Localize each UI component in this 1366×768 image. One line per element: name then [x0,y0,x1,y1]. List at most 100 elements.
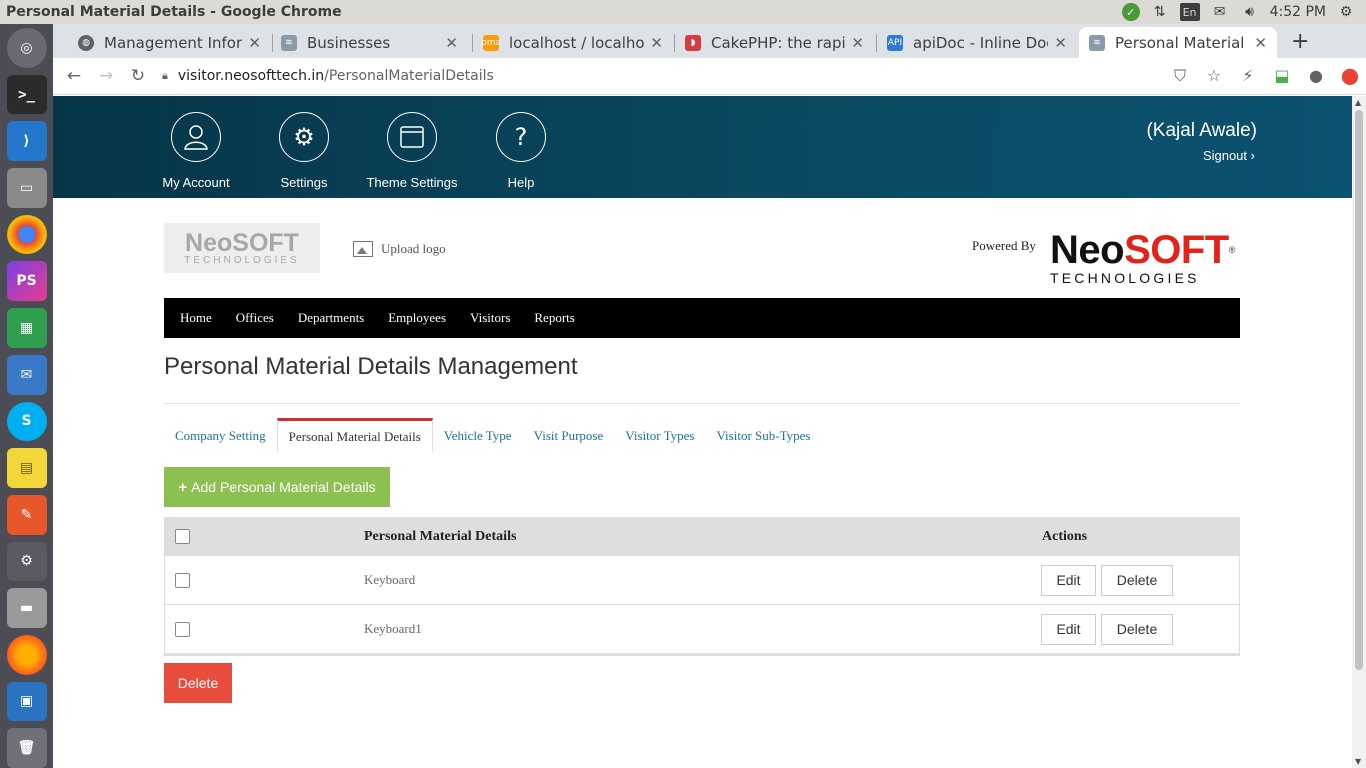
delete-button[interactable]: Delete [1101,564,1173,596]
system-settings-icon[interactable]: ⚙ [6,541,47,582]
tab-company-setting[interactable]: Company Setting [164,418,277,452]
disk-drive-icon[interactable]: ▬ [6,588,47,628]
close-icon[interactable]: ✕ [1254,34,1267,52]
firefox-icon[interactable] [6,634,47,675]
material-table: Personal Material Details Actions Keyboa… [164,517,1240,656]
row-checkbox[interactable] [175,572,190,588]
close-icon[interactable]: ✕ [650,34,663,52]
bookmark-star-icon[interactable]: ☆ [1204,66,1224,86]
power-settings-icon[interactable]: ⚙ [1336,3,1356,21]
trash-icon[interactable]: 🗑︎ [6,728,47,768]
security-shield-icon[interactable]: ✓ [1121,3,1140,21]
skype-icon[interactable]: S [6,401,47,442]
edit-button[interactable]: Edit [1041,613,1096,645]
stack-icon: ≋ [281,34,297,51]
tab-businesses[interactable]: ≋ Businesses ✕ [271,27,468,58]
lock-icon[interactable]: 🔒︎ [162,69,168,83]
nav-reports[interactable]: Reports [534,310,574,326]
stack-icon: ≋ [1089,34,1105,51]
extension-check-icon[interactable]: ⬓ [1272,66,1292,86]
tab-apidoc[interactable]: API apiDoc - Inline Docu ✕ [877,27,1077,58]
tab-management-info[interactable]: ◍ Management Inform ✕ [68,27,271,58]
chrome-icon[interactable] [6,214,47,255]
system-top-bar: Personal Material Details - Google Chrom… [0,0,1366,24]
close-icon[interactable]: ✕ [1054,34,1067,52]
address-bar[interactable]: 🔒︎ visitor.neosofttech.in/PersonalMateri… [162,61,494,91]
thunderbird-mail-icon[interactable]: ✉ [6,354,47,395]
network-transfer-icon[interactable]: ⇅ [1150,3,1170,21]
phpstorm-icon[interactable]: PS [6,261,47,302]
add-personal-material-button[interactable]: + Add Personal Material Details [164,467,390,507]
nav-home[interactable]: Home [180,310,212,326]
new-tab-button[interactable]: + [1291,29,1309,54]
header-settings[interactable]: ⚙ Settings [254,112,354,190]
row-checkbox[interactable] [175,621,190,637]
blocked-content-icon[interactable]: ⛉ [1170,66,1190,86]
tab-phpmyadmin[interactable]: pma localhost / localhost ✕ [473,27,673,58]
close-icon[interactable]: ✕ [248,34,261,52]
vscode-icon[interactable]: ⟩ [6,121,47,162]
back-arrow-icon[interactable]: ← [58,66,90,86]
tab-cakephp[interactable]: ◗ CakePHP: the rapid d ✕ [675,27,874,58]
clock[interactable]: 4:52 PM [1270,4,1326,20]
material-name: Keyboard1 [364,621,422,636]
upload-logo-link[interactable]: Upload logo [353,241,446,257]
select-all-checkbox[interactable] [175,529,190,544]
header-help[interactable]: ? Help [471,112,571,190]
system-tray: ✓ ⇅ En ✉ 🔊︎ 4:52 PM ⚙ [1121,3,1366,21]
chrome-update-icon[interactable]: ⬤ [1340,66,1360,86]
tab-personal-material[interactable]: ≋ Personal Material De ✕ [1079,27,1277,58]
globe-icon: ◍ [78,34,94,51]
tab-visitor-types[interactable]: Visitor Types [614,418,705,452]
edit-button[interactable]: Edit [1041,564,1096,596]
keyboard-layout-indicator[interactable]: En [1179,3,1200,21]
window-icon [387,112,437,162]
nav-visitors[interactable]: Visitors [470,310,510,326]
header-theme-settings[interactable]: Theme Settings [362,112,462,190]
postman-icon[interactable]: ✎ [6,494,47,535]
phpmyadmin-icon: pma [481,34,501,51]
divider [164,403,1240,404]
tab-personal-material-details[interactable]: Personal Material Details [276,418,433,452]
spreadsheet-icon[interactable]: ▦ [6,308,47,348]
bulk-delete-button[interactable]: Delete [164,663,232,703]
company-logo: NeoSOFT TECHNOLOGIES [164,223,320,273]
chevron-right-icon: › [1250,148,1255,163]
delete-button[interactable]: Delete [1101,613,1173,645]
tab-vehicle-type[interactable]: Vehicle Type [433,418,523,452]
table-row: Keyboard Edit Delete [165,555,1239,604]
ubuntu-dash-icon[interactable]: ◎ [6,28,47,68]
extension-icon[interactable]: ⚡︎ [1238,66,1258,86]
close-icon[interactable]: ✕ [851,34,864,52]
scroll-down-arrow-icon[interactable]: ▼ [1355,757,1361,766]
user-name: (Kajal Awale) [1146,120,1257,141]
nav-departments[interactable]: Departments [298,310,364,326]
signout-link[interactable]: Signout › [1203,148,1255,163]
cakephp-icon: ◗ [685,34,701,51]
sticky-notes-icon[interactable]: ▤ [6,448,47,488]
scroll-up-arrow-icon[interactable]: ▲ [1355,98,1361,107]
volume-icon[interactable]: 🔊︎ [1240,3,1260,21]
profile-avatar-icon[interactable]: ● [1306,66,1326,86]
file-manager-icon[interactable]: ▭ [6,168,47,208]
document-viewer-icon[interactable]: ▣ [6,681,47,722]
powered-by-label: Powered By [972,238,1036,253]
question-icon: ? [496,112,546,162]
mail-icon[interactable]: ✉ [1210,3,1230,21]
forward-arrow-icon[interactable]: → [90,66,122,86]
header-my-account[interactable]: My Account [146,112,246,190]
tab-visitor-sub-types[interactable]: Visitor Sub-Types [705,418,821,452]
page-title: Personal Material Details Management [164,353,578,380]
tab-visit-purpose[interactable]: Visit Purpose [523,418,615,452]
reload-icon[interactable]: ↻ [122,66,154,86]
table-row: Keyboard1 Edit Delete [165,604,1239,653]
nav-employees[interactable]: Employees [388,310,446,326]
page-viewport: My Account ⚙ Settings Theme Settings ? H… [53,96,1352,768]
nav-offices[interactable]: Offices [236,310,274,326]
terminal-icon[interactable]: >_ [6,74,47,115]
close-icon[interactable]: ✕ [445,34,458,52]
page-scrollbar[interactable]: ▲ ▼ [1352,96,1366,768]
launcher-dock: ◎ >_ ⟩ ▭ PS ▦ ✉ S ▤ ✎ ⚙ ▬ ▣ 🗑︎ [0,24,53,768]
user-icon [171,112,221,162]
scrollbar-thumb[interactable] [1355,110,1363,670]
